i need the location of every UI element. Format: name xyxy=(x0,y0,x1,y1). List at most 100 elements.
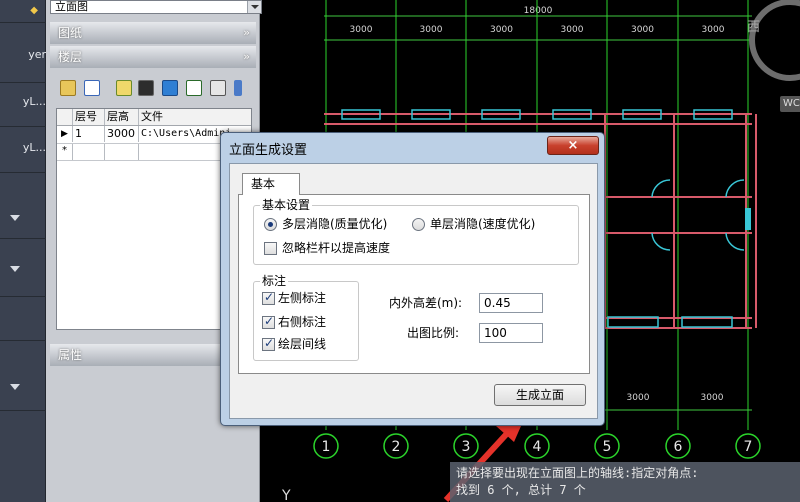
top-span-text: 3000 xyxy=(702,25,725,35)
checkbox-floor-line[interactable] xyxy=(262,336,275,351)
drawing-type-value: 立面图 xyxy=(55,0,88,13)
strip-divider xyxy=(0,82,46,83)
strip-item-polyline-1[interactable]: yL... xyxy=(0,91,46,113)
close-button[interactable]: × xyxy=(547,136,599,155)
open-folder-icon[interactable] xyxy=(60,80,76,96)
wcs-badge[interactable]: WC xyxy=(780,96,800,112)
column-header-floor[interactable]: 层号 xyxy=(73,109,105,125)
tab-basic[interactable]: 基本 xyxy=(242,173,300,195)
axis-bubble-label: 5 xyxy=(603,439,612,455)
generate-elevation-button[interactable]: 生成立面 xyxy=(494,384,586,406)
strip-divider xyxy=(0,296,46,297)
top-span-text: 3000 xyxy=(350,25,373,35)
strip-divider xyxy=(0,340,46,341)
header-selector-cell xyxy=(57,109,73,125)
door-swing-arc xyxy=(651,232,671,251)
expand-arrow-icon[interactable] xyxy=(10,266,20,272)
bottom-span-text: 3000 xyxy=(701,393,724,403)
height-diff-label: 内外高差(m): xyxy=(389,296,463,310)
door-swing-arc xyxy=(725,179,745,198)
row-marker[interactable]: ▶ xyxy=(57,126,73,142)
command-line[interactable]: 请选择要出现在立面图上的轴线:指定对角点: 找到 6 个, 总计 7 个 xyxy=(450,462,800,502)
output-scale-label: 出图比例: xyxy=(407,326,460,340)
strip-divider xyxy=(0,410,46,411)
strip-divider xyxy=(0,22,46,23)
radio-single-hide[interactable] xyxy=(412,218,425,231)
left-tool-strip: ◆ yer yL... yL... xyxy=(0,0,46,502)
new-row-marker[interactable]: * xyxy=(57,144,73,160)
floors-section-header[interactable]: 楼层 » xyxy=(50,46,256,68)
column-header-file[interactable]: 文件 xyxy=(139,109,251,125)
radio-multi-hide[interactable] xyxy=(264,218,277,231)
top-span-text: 3000 xyxy=(420,25,443,35)
command-result-line: 找到 6 个, 总计 7 个 xyxy=(456,483,586,497)
basic-settings-label: 基本设置 xyxy=(260,197,313,213)
collapse-icon[interactable]: » xyxy=(243,22,250,44)
expand-arrow-icon[interactable] xyxy=(10,215,20,221)
strip-item-label: yL... xyxy=(22,141,46,154)
strip-item-label: yer xyxy=(28,48,46,61)
checkbox-left-annotation-label[interactable]: 左侧标注 xyxy=(278,290,326,306)
checkbox-right-annotation-label[interactable]: 右侧标注 xyxy=(278,314,326,330)
column-header-height[interactable]: 层高 xyxy=(105,109,139,125)
layer-state-icon: ◆ xyxy=(30,5,38,16)
window-east xyxy=(745,208,751,230)
checkbox-right-annotation[interactable] xyxy=(262,314,275,329)
output-scale-input[interactable]: 100 xyxy=(479,323,543,343)
radio-multi-hide-label[interactable]: 多层消隐(质量优化) xyxy=(282,216,387,232)
axis-bubble-label: 1 xyxy=(322,439,331,455)
radio-single-hide-label[interactable]: 单层消隐(速度优化) xyxy=(430,216,535,232)
checkbox-ignore-railing[interactable] xyxy=(264,242,277,255)
chevron-down-icon[interactable] xyxy=(247,1,261,13)
dialog-body: 基本 基本设置 多层消隐(质量优化) 单层消隐(速度优化) 忽略栏杆以提高速度 … xyxy=(229,163,598,419)
top-span-text: 3000 xyxy=(561,25,584,35)
compass-west-label[interactable]: 西 xyxy=(747,16,760,35)
more-tools-icon[interactable] xyxy=(234,80,242,96)
collapse-icon[interactable]: » xyxy=(243,46,250,68)
drawing-type-select[interactable]: 立面图 xyxy=(50,0,262,14)
checkbox-floor-line-label[interactable]: 绘层间线 xyxy=(278,336,326,352)
properties-section-title: 属性 xyxy=(58,348,83,362)
floor-height-cell[interactable]: 3000 xyxy=(105,126,139,142)
top-span-text: 3000 xyxy=(631,25,654,35)
strip-item-polyline-2[interactable]: yL... xyxy=(0,137,46,159)
axis-bubble-label: 2 xyxy=(392,439,401,455)
expand-arrow-icon[interactable] xyxy=(10,384,20,390)
table-icon[interactable] xyxy=(186,80,202,96)
add-floor-icon[interactable] xyxy=(116,80,132,96)
drawings-section-header[interactable]: 图纸 » xyxy=(50,22,256,44)
door-swing-arc xyxy=(725,232,745,251)
top-span-text: 3000 xyxy=(490,25,513,35)
axis-bubble-label: 3 xyxy=(462,439,471,455)
checkbox-left-annotation[interactable] xyxy=(262,290,275,305)
viewcube-ring xyxy=(749,0,800,81)
delete-floor-icon[interactable] xyxy=(138,80,154,96)
strip-divider xyxy=(0,172,46,173)
grid-icon[interactable] xyxy=(210,80,226,96)
axis-bubble-label: 6 xyxy=(674,439,683,455)
axis-bubble-label: 4 xyxy=(533,439,542,455)
tab-page-basic: 基本设置 多层消隐(质量优化) 单层消隐(速度优化) 忽略栏杆以提高速度 标注 … xyxy=(238,194,590,374)
bottom-span-text: 3000 xyxy=(627,393,650,403)
strip-item-layer[interactable]: yer xyxy=(0,44,46,66)
strip-divider xyxy=(0,238,46,239)
table-header: 层号 层高 文件 xyxy=(57,109,251,126)
drawings-section-title: 图纸 xyxy=(58,26,83,40)
floor-number-cell[interactable] xyxy=(73,144,105,160)
annotation-group-label: 标注 xyxy=(260,273,289,289)
overall-dimension-text: 18000 xyxy=(524,6,553,16)
strip-item-label: yL... xyxy=(22,95,46,108)
strip-top-icon[interactable]: ◆ xyxy=(0,0,46,22)
floor-number-cell[interactable]: 1 xyxy=(73,126,105,142)
floor-height-cell[interactable] xyxy=(105,144,139,160)
dialog-title: 立面生成设置 xyxy=(229,143,308,158)
checkbox-ignore-railing-label[interactable]: 忽略栏杆以提高速度 xyxy=(282,240,390,256)
elevation-settings-dialog: 立面生成设置 × 基本 基本设置 多层消隐(质量优化) 单层消隐(速度优化) 忽… xyxy=(220,132,605,426)
building-icon[interactable] xyxy=(162,80,178,96)
ucs-icon: Y xyxy=(281,488,291,502)
basic-settings-group: 基本设置 多层消隐(质量优化) 单层消隐(速度优化) 忽略栏杆以提高速度 xyxy=(253,197,579,265)
axis-bubble-label: 7 xyxy=(744,439,753,455)
frame-select-icon[interactable] xyxy=(84,80,100,96)
height-diff-input[interactable]: 0.45 xyxy=(479,293,543,313)
annotation-group: 标注 左侧标注 右侧标注 绘层间线 xyxy=(253,273,359,361)
